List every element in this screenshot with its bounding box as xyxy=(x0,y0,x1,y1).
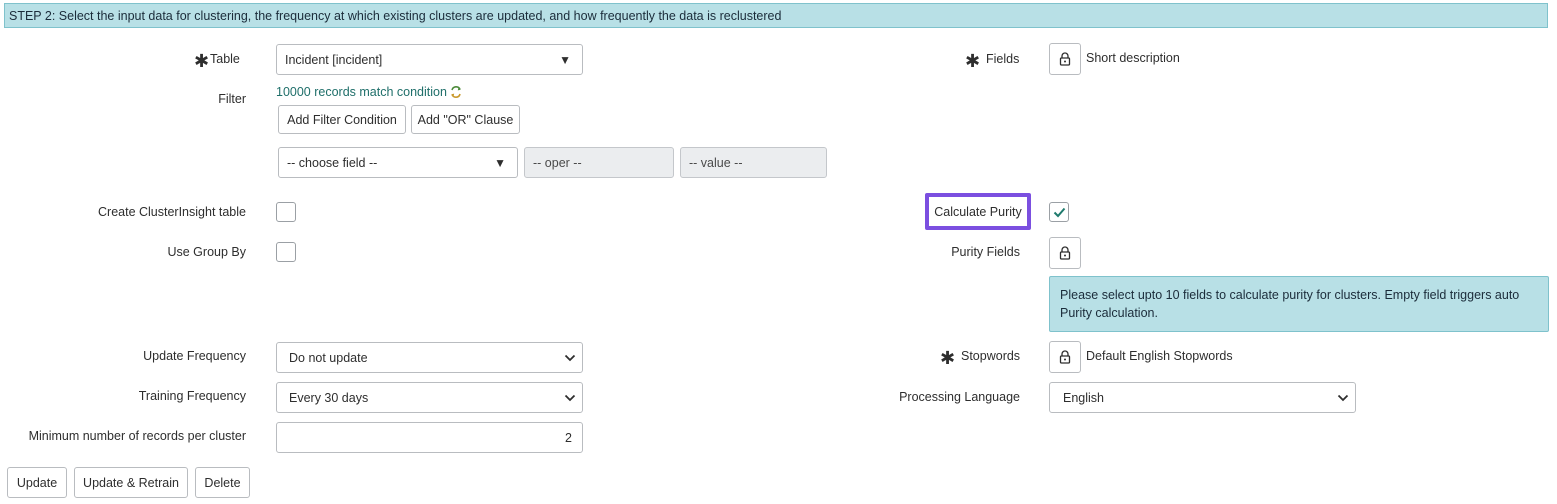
check-icon xyxy=(1053,207,1065,217)
create-cluster-insight-checkbox[interactable] xyxy=(276,202,296,222)
fields-lock-button[interactable] xyxy=(1049,43,1081,75)
processing-language-select[interactable]: English xyxy=(1049,382,1356,413)
min-records-label: Minimum number of records per cluster xyxy=(28,429,246,443)
required-asterisk-icon: ✱ xyxy=(194,51,210,71)
create-cluster-insight-label: Create ClusterInsight table xyxy=(98,205,246,219)
value-placeholder: -- value -- xyxy=(689,155,743,170)
add-filter-condition-button[interactable]: Add Filter Condition xyxy=(278,105,406,134)
stopwords-lock-button[interactable] xyxy=(1049,341,1081,373)
required-asterisk-icon: ✱ xyxy=(940,348,956,368)
lock-icon xyxy=(1059,52,1071,66)
table-label: Table xyxy=(210,52,240,66)
table-select[interactable]: Incident [incident] ▼ xyxy=(276,44,583,75)
required-asterisk-icon: ✱ xyxy=(965,51,981,71)
update-frequency-select[interactable]: Do not update xyxy=(276,342,583,373)
stopwords-label: Stopwords xyxy=(961,349,1021,363)
fields-value: Short description xyxy=(1086,51,1180,65)
update-retrain-button[interactable]: Update & Retrain xyxy=(74,467,188,498)
lock-icon xyxy=(1059,246,1071,260)
use-group-by-checkbox[interactable] xyxy=(276,242,296,262)
calculate-purity-label: Calculate Purity xyxy=(925,193,1031,230)
step-banner: STEP 2: Select the input data for cluste… xyxy=(4,3,1548,28)
chevron-down-icon xyxy=(564,354,576,361)
update-frequency-value: Do not update xyxy=(289,350,368,365)
dropdown-triangle-icon: ▼ xyxy=(494,155,506,170)
training-frequency-select[interactable]: Every 30 days xyxy=(276,382,583,413)
processing-language-value: English xyxy=(1063,390,1104,405)
use-group-by-label: Use Group By xyxy=(167,245,246,259)
fields-label: Fields xyxy=(986,52,1020,66)
update-button[interactable]: Update xyxy=(7,467,67,498)
filter-match-text: 10000 records match condition xyxy=(276,85,447,99)
delete-button[interactable]: Delete xyxy=(195,467,250,498)
update-frequency-label: Update Frequency xyxy=(143,349,246,363)
choose-field-value: -- choose field -- xyxy=(287,155,378,170)
processing-language-label: Processing Language xyxy=(899,390,1020,404)
min-records-input[interactable]: 2 xyxy=(276,422,583,453)
stopwords-value: Default English Stopwords xyxy=(1086,349,1233,363)
chevron-down-icon xyxy=(564,394,576,401)
calculate-purity-label-text: Calculate Purity xyxy=(934,204,1022,219)
calculate-purity-checkbox[interactable] xyxy=(1049,202,1069,222)
min-records-value: 2 xyxy=(565,430,572,445)
lock-icon xyxy=(1059,350,1071,364)
filter-label: Filter xyxy=(218,92,246,106)
purity-fields-label: Purity Fields xyxy=(951,245,1020,259)
value-input[interactable]: -- value -- xyxy=(680,147,827,178)
choose-field-select[interactable]: -- choose field -- ▼ xyxy=(278,147,518,178)
refresh-icon[interactable] xyxy=(449,85,463,99)
add-or-clause-button[interactable]: Add "OR" Clause xyxy=(411,105,520,134)
filter-match-link[interactable]: 10000 records match condition xyxy=(276,85,463,99)
training-frequency-label: Training Frequency xyxy=(138,389,246,403)
purity-info-message: Please select upto 10 fields to calculat… xyxy=(1049,276,1549,332)
dropdown-triangle-icon: ▼ xyxy=(559,52,571,67)
training-frequency-value: Every 30 days xyxy=(289,390,369,405)
chevron-down-icon xyxy=(1337,394,1349,401)
purity-fields-lock-button[interactable] xyxy=(1049,237,1081,269)
operator-value: -- oper -- xyxy=(533,155,582,170)
table-select-value: Incident [incident] xyxy=(285,52,383,67)
operator-select[interactable]: -- oper -- xyxy=(524,147,674,178)
